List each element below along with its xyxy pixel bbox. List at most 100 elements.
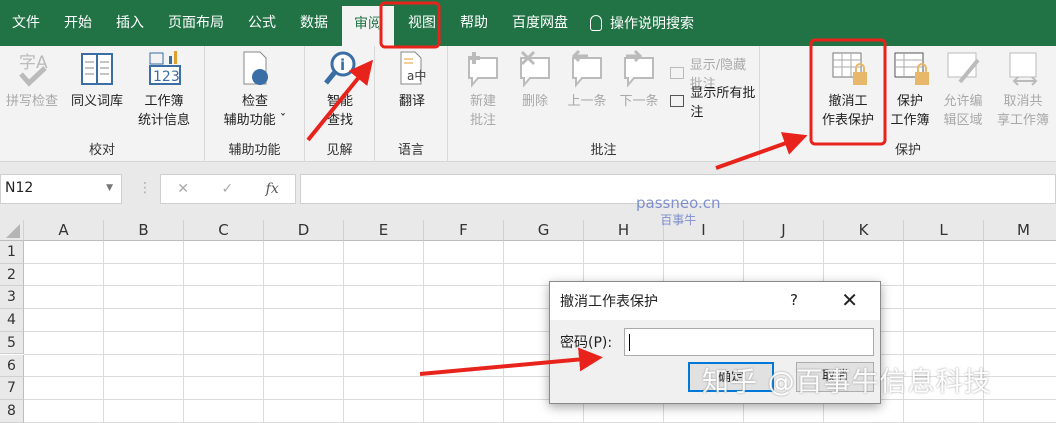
group-insights: i 智能 查找 见解 [305,46,375,162]
new-comment-button[interactable]: 新建 批注 [460,50,506,130]
row-header-2[interactable]: 2 [0,263,24,287]
comment-icon [670,67,684,79]
group-label-language: 语言 [397,143,424,158]
accessibility-check-icon [238,50,272,88]
spell-check-button[interactable]: 字A 拼写检查 [2,50,62,111]
tab-baidu-netdisk[interactable]: 百度网盘 [500,0,580,46]
cancel-entry-icon[interactable]: ✕ [177,181,189,197]
column-header-B[interactable]: B [104,220,184,241]
sheet-lock-icon [831,50,867,88]
row-header-1[interactable]: 1 [0,241,24,264]
allow-edit-ranges-label-2: 辑区域 [943,113,983,128]
thesaurus-label: 同义词库 [70,94,123,109]
unshare-workbook-icon [1006,50,1040,88]
thesaurus-button[interactable]: 同义词库 [66,50,128,111]
translate-icon: a中 [395,50,429,88]
unprotect-sheet-button[interactable]: 撤消工 作表保护 [816,50,880,130]
allow-edit-ranges-label-1: 允许编 [943,94,983,109]
row-header-4[interactable]: 4 [0,309,24,332]
watermark-zhihu: 知乎 @百事牛信息科技 [702,367,992,398]
password-input[interactable] [624,328,874,356]
row-header-8[interactable]: 8 [0,399,24,423]
insert-function-icon[interactable]: fx [266,181,279,197]
column-header-K[interactable]: K [824,220,904,241]
gridline [24,308,1056,310]
tab-review[interactable]: 审阅 [342,6,394,46]
next-comment-icon [622,49,656,88]
close-icon[interactable]: ✕ [841,288,858,312]
group-label-protect: 保护 [894,143,921,158]
check-accessibility-button[interactable]: 检查 辅助功能 ˇ [213,50,297,130]
previous-comment-icon [570,49,604,88]
translate-button[interactable]: a中 翻译 [387,50,437,111]
column-header-D[interactable]: D [264,220,344,241]
column-header-F[interactable]: F [424,220,504,241]
chevron-down-icon[interactable]: ▼ [106,183,113,193]
formula-bar: N12 ▼ ⋮ ✕ ✓ fx [0,162,1056,220]
svg-text:i: i [340,56,345,74]
tab-view[interactable]: 视图 [396,0,448,46]
gridline [263,241,264,423]
show-all-comments-button[interactable]: 显示所有批注 [670,82,759,120]
gridline [183,241,184,423]
column-header-G[interactable]: G [504,220,584,241]
tab-data[interactable]: 数据 [288,0,340,46]
column-header-L[interactable]: L [904,220,984,241]
book-icon [80,50,114,88]
next-comment-button[interactable]: 下一条 [614,49,664,111]
ribbon: 字A 拼写检查 同义词库 123 工作簿 统计信息 校对 检查 辅助功能 ˇ 辅… [0,46,1056,162]
gridline [24,398,1056,400]
name-box-value: N12 [5,180,34,196]
group-proofing: 字A 拼写检查 同义词库 123 工作簿 统计信息 校对 [0,46,205,162]
smart-lookup-button[interactable]: i 智能 查找 [315,50,365,130]
column-header-M[interactable]: M [984,220,1056,241]
column-header-E[interactable]: E [344,220,424,241]
row-header-7[interactable]: 7 [0,377,24,400]
tab-home[interactable]: 开始 [52,0,104,46]
dialog-title: 撤消工作表保护 [560,294,658,310]
svg-text:123: 123 [153,69,180,85]
column-header-A[interactable]: A [24,220,104,241]
row-header-5[interactable]: 5 [0,331,24,355]
row-header-6[interactable]: 6 [0,354,24,378]
help-icon[interactable]: ? [790,291,798,309]
column-header-C[interactable]: C [184,220,264,241]
comment-icon [670,95,685,107]
column-header-J[interactable]: J [744,220,824,241]
smart-lookup-icon: i [323,50,357,88]
workbook-statistics-button[interactable]: 123 工作簿 统计信息 [132,50,196,130]
tab-formulas[interactable]: 公式 [236,0,288,46]
group-comments: 新建 批注 删除 上一条 下一条 显示/隐藏批注 显示所有批注 批注 [448,46,760,162]
tab-page-layout[interactable]: 页面布局 [156,0,236,46]
delete-comment-button[interactable]: 删除 [512,50,558,111]
tell-me-label: 操作说明搜索 [610,16,694,32]
tab-file[interactable]: 文件 [0,0,52,46]
text-caret [629,334,630,351]
check-accessibility-label-1: 检查 [241,94,268,109]
tell-me-search[interactable]: 操作说明搜索 [590,13,694,33]
select-all-button[interactable] [0,220,24,241]
protect-workbook-button[interactable]: 保护 工作簿 [884,50,936,130]
gridline [24,330,1056,332]
dialog-titlebar: 撤消工作表保护 ? ✕ [550,282,880,320]
unshare-workbook-button[interactable]: 取消共 享工作簿 [994,50,1052,130]
name-box[interactable]: N12 ▼ [0,174,122,204]
unprotect-sheet-label-1: 撤消工 [828,94,868,109]
next-comment-label: 下一条 [619,94,659,109]
check-accessibility-label-2: 辅助功能 ˇ [223,113,287,128]
group-label-proofing: 校对 [88,143,115,158]
tab-insert[interactable]: 插入 [104,0,156,46]
drag-handle-icon[interactable]: ⋮ [138,180,152,196]
row-header-3[interactable]: 3 [0,286,24,310]
watermark-site-sub: 百事牛 [660,213,697,227]
group-label-insights: 见解 [326,143,353,158]
confirm-entry-icon[interactable]: ✓ [221,181,233,197]
gridline [423,241,424,423]
gridline [24,353,1056,355]
tab-help[interactable]: 帮助 [448,0,500,46]
allow-edit-ranges-button[interactable]: 允许编 辑区域 [938,50,988,130]
translate-label: 翻译 [398,94,425,109]
workbook-statistics-label-2: 统计信息 [137,113,190,128]
watermark-passneo: passneo.cn 百事牛 [636,195,721,229]
previous-comment-button[interactable]: 上一条 [562,49,612,111]
